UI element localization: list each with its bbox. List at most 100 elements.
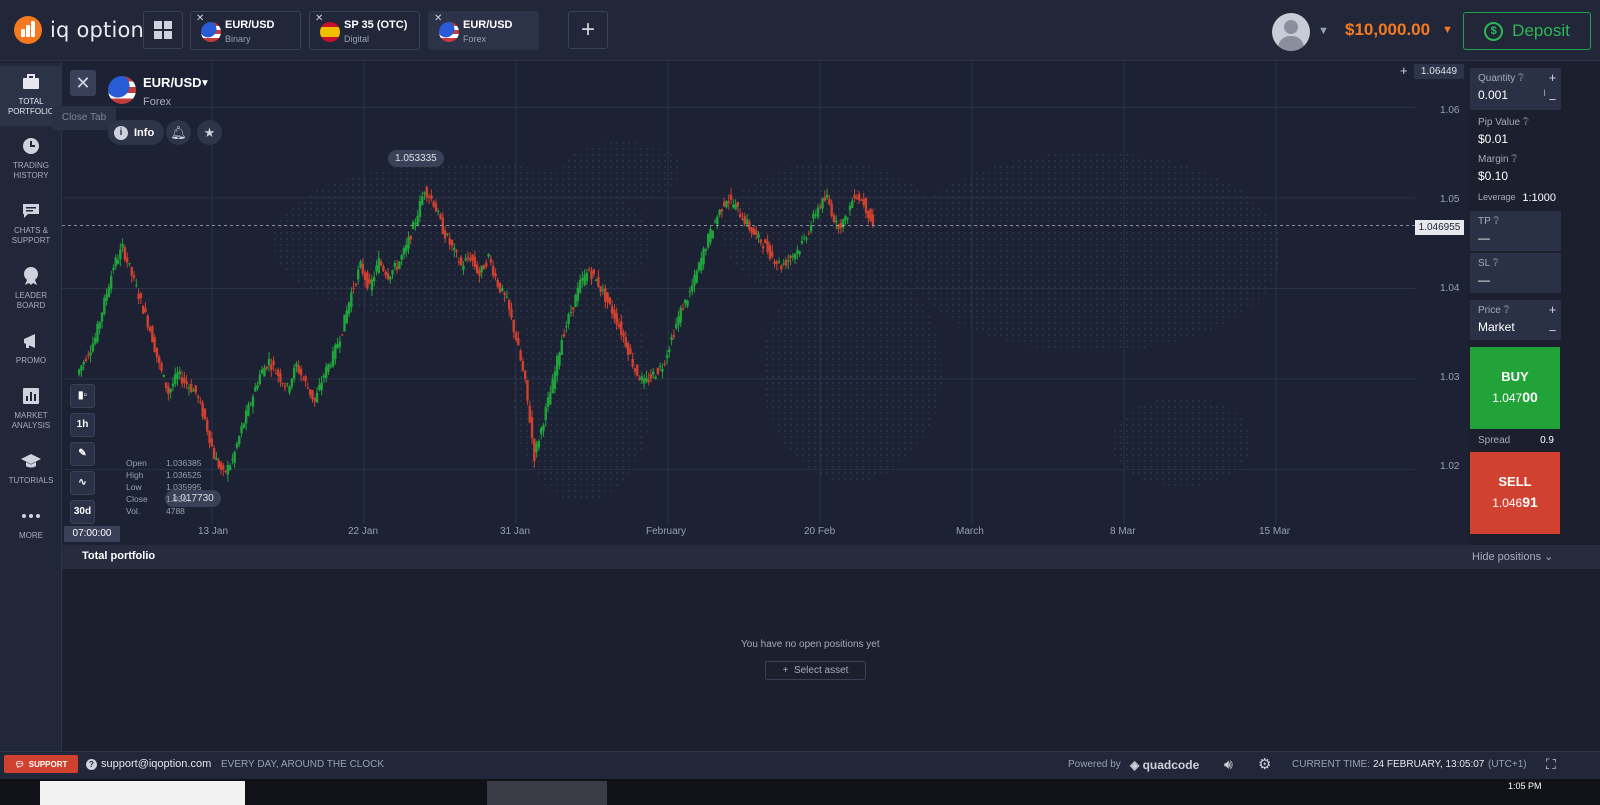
sidebar-item-market-analysis[interactable]: MARKET ANALYSIS: [0, 386, 62, 431]
candle-body: [482, 265, 486, 270]
candle-body: [766, 241, 769, 252]
sidebar-item-trading-history[interactable]: TRADING HISTORY: [0, 136, 62, 181]
sidebar-item-leader-board[interactable]: LEADER BOARD: [0, 266, 62, 311]
sl-side-strip[interactable]: [1545, 253, 1560, 293]
chart-canvas[interactable]: [62, 62, 1498, 553]
period-button[interactable]: 30d: [70, 500, 95, 524]
empty-positions-message: You have no open positions yet: [741, 639, 880, 650]
quantity-increase-button[interactable]: +: [1545, 68, 1560, 88]
candle-body: [379, 261, 383, 266]
taskbar-active-window[interactable]: [487, 781, 607, 805]
deposit-button[interactable]: $ Deposit: [1463, 12, 1591, 50]
candle-body: [839, 222, 843, 228]
avatar[interactable]: [1272, 13, 1310, 51]
price-increase-button[interactable]: +: [1545, 300, 1560, 319]
support-email[interactable]: ? support@iqoption.com: [86, 758, 211, 770]
support-button[interactable]: 💬︎ SUPPORT: [4, 755, 78, 773]
tp-label: TP: [1478, 216, 1491, 227]
spread-value: 0.9: [1540, 435, 1554, 446]
candle-body: [558, 352, 561, 366]
asset-tab-sp35-digital[interactable]: ✕ SP 35 (OTC) Digital: [309, 11, 420, 50]
candle-body: [658, 365, 662, 368]
candle-body: [439, 214, 442, 219]
select-asset-button[interactable]: + Select asset: [765, 661, 866, 680]
candle-body: [315, 392, 319, 403]
sidebar-item-promo[interactable]: PROMO: [0, 331, 62, 366]
price-chart[interactable]: [62, 62, 1498, 553]
add-line-icon[interactable]: +: [1400, 63, 1408, 78]
hide-positions-label: Hide positions: [1472, 551, 1542, 563]
taskbar-search-box[interactable]: [40, 781, 245, 805]
candle-body: [784, 260, 788, 266]
candle-body: [306, 387, 310, 389]
balance-amount[interactable]: $10,000.00: [1345, 20, 1430, 40]
candle-body: [455, 250, 458, 253]
candle-body: [375, 265, 378, 272]
asset-tab-eurusd-forex[interactable]: ✕ EUR/USD Forex: [428, 11, 539, 50]
close-tab-icon[interactable]: ✕: [434, 13, 442, 24]
bell-button[interactable]: 🔔︎: [166, 120, 191, 145]
candle-body: [331, 351, 335, 367]
chevron-down-icon[interactable]: ▼: [1318, 25, 1329, 37]
candle-body: [281, 383, 284, 385]
sidebar-item-tutorials[interactable]: TUTORIALS: [0, 451, 62, 486]
sl-value: —: [1478, 273, 1490, 287]
logo[interactable]: iq option: [14, 16, 144, 44]
candle-body: [631, 358, 634, 367]
candle-body: [846, 218, 849, 220]
timeframe-button[interactable]: 1h: [70, 413, 95, 437]
candle-body: [626, 343, 630, 355]
candle-body: [841, 219, 845, 228]
candle-body: [162, 374, 165, 377]
chart-type-button[interactable]: ▮▫: [70, 384, 95, 408]
candle-body: [400, 255, 403, 260]
indicators-button[interactable]: ∿: [70, 471, 95, 495]
close-tab-icon[interactable]: ✕: [315, 13, 323, 24]
x-tick-label: February: [646, 526, 687, 537]
candle-body: [503, 293, 506, 296]
drawing-tools-button[interactable]: ✎: [70, 442, 95, 466]
hide-positions-button[interactable]: Hide positions ⌄: [1472, 550, 1553, 563]
candle-body: [359, 261, 362, 268]
favorite-button[interactable]: ★: [197, 120, 222, 145]
candle-body: [450, 239, 454, 246]
candle-body: [288, 386, 291, 393]
close-tab-icon[interactable]: ✕: [196, 13, 204, 24]
buy-price-pips: 00: [1522, 389, 1538, 405]
candle-body: [103, 297, 106, 314]
candle-body: [87, 354, 90, 356]
add-tab-button[interactable]: +: [568, 11, 608, 49]
candle-body: [512, 319, 515, 333]
candle-body: [391, 270, 394, 275]
sell-button[interactable]: SELL 1.04691: [1470, 452, 1560, 534]
quantity-value[interactable]: 0.001: [1478, 88, 1508, 102]
eur-usd-flag-icon: [201, 22, 221, 42]
candle-body: [670, 337, 673, 341]
candle-body: [729, 194, 733, 200]
close-chart-button[interactable]: ✕: [70, 70, 96, 96]
buy-button[interactable]: BUY 1.04700: [1470, 347, 1560, 429]
candle-body: [84, 359, 88, 362]
ohlc-close: 1.036...: [166, 494, 195, 504]
sidebar-item-chats-support[interactable]: CHATS & SUPPORT: [0, 201, 62, 246]
candle-body: [851, 200, 854, 208]
candle-body: [327, 364, 330, 372]
sidebar-item-more[interactable]: MORE: [0, 506, 62, 541]
chevron-down-icon[interactable]: ▼: [1442, 24, 1453, 36]
volume-icon[interactable]: 🔊︎: [1224, 756, 1233, 773]
settings-gear-icon[interactable]: ⚙: [1258, 755, 1271, 773]
help-icon: ❔︎: [1522, 117, 1529, 128]
candle-body: [116, 259, 120, 264]
fullscreen-icon[interactable]: ⛶: [1546, 756, 1556, 773]
asset-grid-button[interactable]: [143, 11, 183, 49]
sidebar-item-label: PROMO: [15, 356, 47, 365]
price-decrease-button[interactable]: −: [1545, 321, 1560, 340]
buy-price: 1.04700: [1470, 389, 1560, 405]
y-tick-label: 1.06: [1440, 105, 1460, 116]
info-button[interactable]: i Info: [108, 120, 164, 145]
asset-tab-eurusd-binary[interactable]: ✕ EUR/USD Binary: [190, 11, 301, 50]
quantity-decrease-button[interactable]: −: [1545, 90, 1560, 110]
asset-selector[interactable]: EUR/USD: [143, 75, 202, 90]
chevron-down-icon[interactable]: ▼: [200, 78, 210, 89]
tp-side-strip[interactable]: [1545, 211, 1560, 251]
